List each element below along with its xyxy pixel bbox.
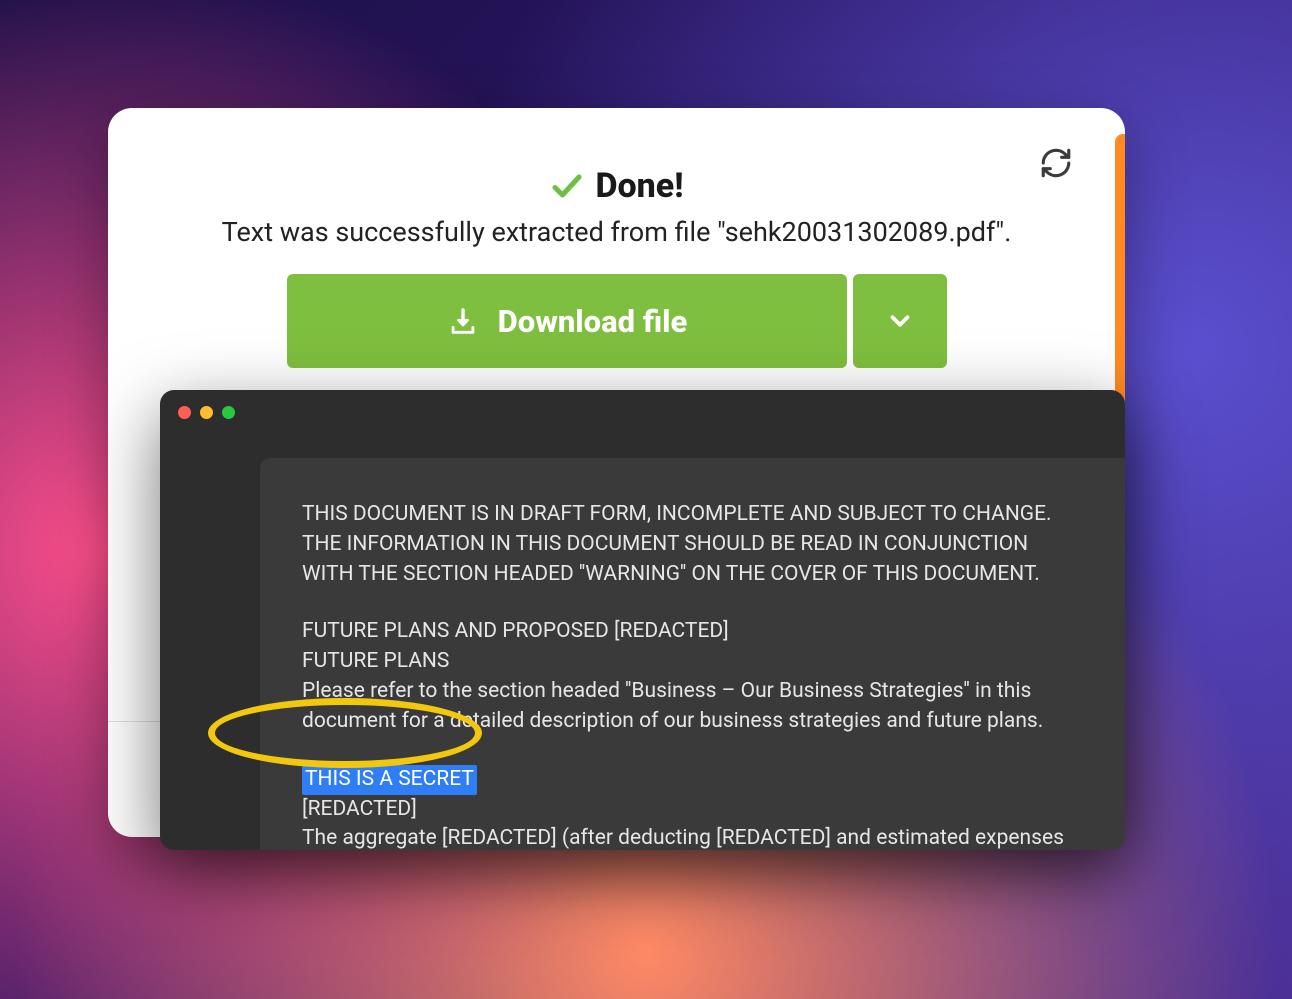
document-text-view[interactable]: THIS DOCUMENT IS IN DRAFT FORM, INCOMPLE… [260,458,1125,850]
doc-line-future-plans: FUTURE PLANS [302,647,1083,677]
download-row: Download file [108,274,1125,368]
secret-highlight[interactable]: THIS IS A SECRET [302,765,477,795]
doc-block-3: THIS IS A SECRET [REDACTED] The aggregat… [302,765,1083,850]
doc-paragraph-1: THIS DOCUMENT IS IN DRAFT FORM, INCOMPLE… [302,500,1083,589]
text-viewer-window: THIS DOCUMENT IS IN DRAFT FORM, INCOMPLE… [160,390,1125,850]
download-options-button[interactable] [853,274,947,368]
check-icon [549,168,585,204]
download-button[interactable]: Download file [287,274,847,368]
download-label: Download file [498,303,688,340]
window-titlebar[interactable] [160,390,1125,434]
window-zoom-button[interactable] [222,406,235,419]
done-title: Done! [595,166,683,206]
doc-line-aggregate: The aggregate [REDACTED] (after deductin… [302,824,1083,850]
download-icon [446,304,480,338]
doc-block-2: FUTURE PLANS AND PROPOSED [REDACTED] FUT… [302,617,1083,736]
chevron-down-icon [885,306,915,336]
doc-line-redacted: [REDACTED] [302,795,1083,825]
window-minimize-button[interactable] [200,406,213,419]
doc-line-future-plans-proposed: FUTURE PLANS AND PROPOSED [REDACTED] [302,617,1083,647]
extraction-subtitle: Text was successfully extracted from fil… [108,216,1125,248]
doc-secret-line: THIS IS A SECRET [302,765,1083,795]
done-header: Done! [108,166,1125,206]
window-close-button[interactable] [178,406,191,419]
doc-line-strategies: Please refer to the section headed ''Bus… [302,677,1083,737]
